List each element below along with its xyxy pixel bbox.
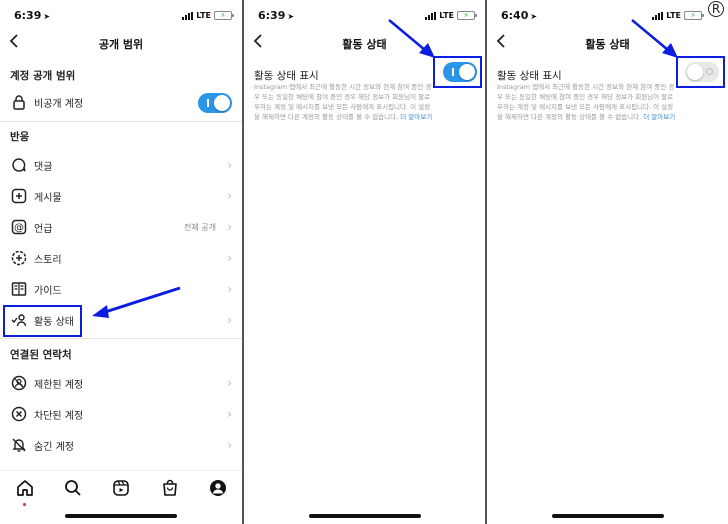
location-icon: ➤ (530, 12, 538, 21)
item-label: 게시물 (34, 192, 62, 204)
nav-header: 활동 상태 (244, 30, 485, 56)
page-title: 활동 상태 (585, 38, 630, 51)
page-title: 활동 상태 (342, 38, 387, 51)
divider (0, 338, 242, 339)
list-item-blocked[interactable]: 차단된 계정 › (0, 399, 242, 429)
chevron-right-icon: › (227, 282, 232, 296)
lock-icon (10, 93, 28, 111)
muted-bell-icon (10, 436, 28, 454)
list-item-muted[interactable]: 숨긴 계정 › (0, 430, 242, 460)
item-label: 언급 (34, 223, 53, 235)
page-title: 공개 범위 (98, 38, 144, 51)
svg-text:@: @ (14, 223, 24, 234)
battery-icon: ⚡ (684, 11, 704, 20)
status-bar: 6:39 ➤ LTE ⚡ (0, 0, 242, 30)
signal-icon (182, 11, 194, 20)
list-item-comments[interactable]: 댓글 › (0, 150, 242, 180)
item-label: 숨긴 계정 (34, 441, 74, 453)
profile-icon[interactable] (209, 479, 227, 497)
chevron-right-icon: › (227, 313, 232, 327)
item-label: 스토리 (34, 254, 62, 266)
privacy-screen: 6:39 ➤ LTE ⚡ 공개 범위 계정 공개 범위 비공개 계정 반응 댓글 … (0, 0, 242, 524)
guide-icon (10, 280, 28, 298)
story-plus-icon (10, 249, 28, 267)
at-icon: @ (10, 218, 28, 236)
chevron-right-icon: › (227, 189, 232, 203)
item-label: 가이드 (34, 285, 62, 297)
activity-status-description: Instagram 앱에서 최근에 활동한 시간 정보와 현재 참여 중인 경우… (254, 83, 433, 121)
search-icon[interactable] (64, 479, 82, 497)
arrow-annotation (92, 286, 181, 318)
show-activity-status-label: 활동 상태 표시 (254, 70, 319, 82)
home-icon[interactable] (16, 479, 34, 497)
network-label: LTE (196, 11, 211, 20)
learn-more-link[interactable]: 더 알아보기 (400, 113, 432, 121)
home-indicator (65, 514, 177, 518)
list-item-story[interactable]: 스토리 › (0, 243, 242, 273)
reels-icon[interactable] (112, 479, 130, 497)
chevron-right-icon: › (227, 407, 232, 421)
restricted-icon (10, 374, 28, 392)
status-time: 6:39 (258, 9, 286, 22)
nav-header: 활동 상태 (487, 30, 728, 56)
highlight-box (433, 56, 482, 88)
item-label: 차단된 계정 (34, 410, 84, 422)
bottom-nav (0, 470, 242, 524)
status-bar: 6:39 ➤ LTE ⚡ (244, 0, 485, 30)
private-account-toggle[interactable] (198, 93, 232, 113)
section-connections: 연결된 연락처 (10, 349, 72, 361)
highlight-box (676, 56, 725, 88)
battery-icon: ⚡ (457, 11, 477, 20)
shop-icon[interactable] (161, 479, 179, 497)
learn-more-link[interactable]: 더 알아보기 (643, 113, 675, 121)
chevron-right-icon: › (227, 158, 232, 172)
list-item-posts[interactable]: 게시물 › (0, 181, 242, 211)
home-indicator (308, 514, 421, 518)
home-indicator (551, 514, 664, 518)
section-interactions: 반응 (10, 131, 30, 143)
chevron-right-icon: › (227, 376, 232, 390)
item-label: 댓글 (34, 161, 53, 173)
mentions-value: 전체 공개 (184, 222, 216, 232)
corner-mark: R (708, 1, 724, 17)
location-icon: ➤ (43, 12, 51, 21)
section-account-privacy: 계정 공개 범위 (10, 70, 76, 82)
divider (0, 121, 242, 122)
show-activity-status-label: 활동 상태 표시 (497, 70, 562, 82)
location-icon: ➤ (287, 12, 295, 21)
highlight-box (3, 305, 82, 337)
private-account-label: 비공개 계정 (34, 98, 84, 110)
arrow-annotation (388, 19, 435, 58)
nav-header: 공개 범위 (0, 30, 242, 56)
status-time: 6:39 (14, 9, 42, 22)
list-item-restricted[interactable]: 제한된 계정 › (0, 368, 242, 398)
item-label: 제한된 계정 (34, 379, 84, 391)
battery-icon: ⚡ (214, 11, 234, 20)
status-time: 6:40 (501, 9, 529, 22)
activity-status-screen-on: 6:39 ➤ LTE ⚡ 활동 상태 활동 상태 표시 Instagram 앱에서… (244, 0, 485, 524)
chevron-right-icon: › (227, 220, 232, 234)
comment-icon (10, 156, 28, 174)
plus-square-icon (10, 187, 28, 205)
chevron-right-icon: › (227, 251, 232, 265)
list-item-mentions[interactable]: @ 언급 전체 공개 › (0, 212, 242, 242)
network-label: LTE (439, 11, 454, 20)
status-bar: 6:40 ➤ LTE ⚡ R (487, 0, 728, 30)
blocked-icon (10, 405, 28, 423)
activity-status-screen-off: 6:40 ➤ LTE ⚡ R 활동 상태 활동 상태 표시 Instagram 앱… (487, 0, 728, 524)
notification-dot (23, 503, 26, 506)
arrow-annotation (631, 19, 678, 58)
activity-status-description: Instagram 앱에서 최근에 활동한 시간 정보와 현재 참여 중인 경우… (497, 83, 676, 121)
chevron-right-icon: › (227, 438, 232, 452)
